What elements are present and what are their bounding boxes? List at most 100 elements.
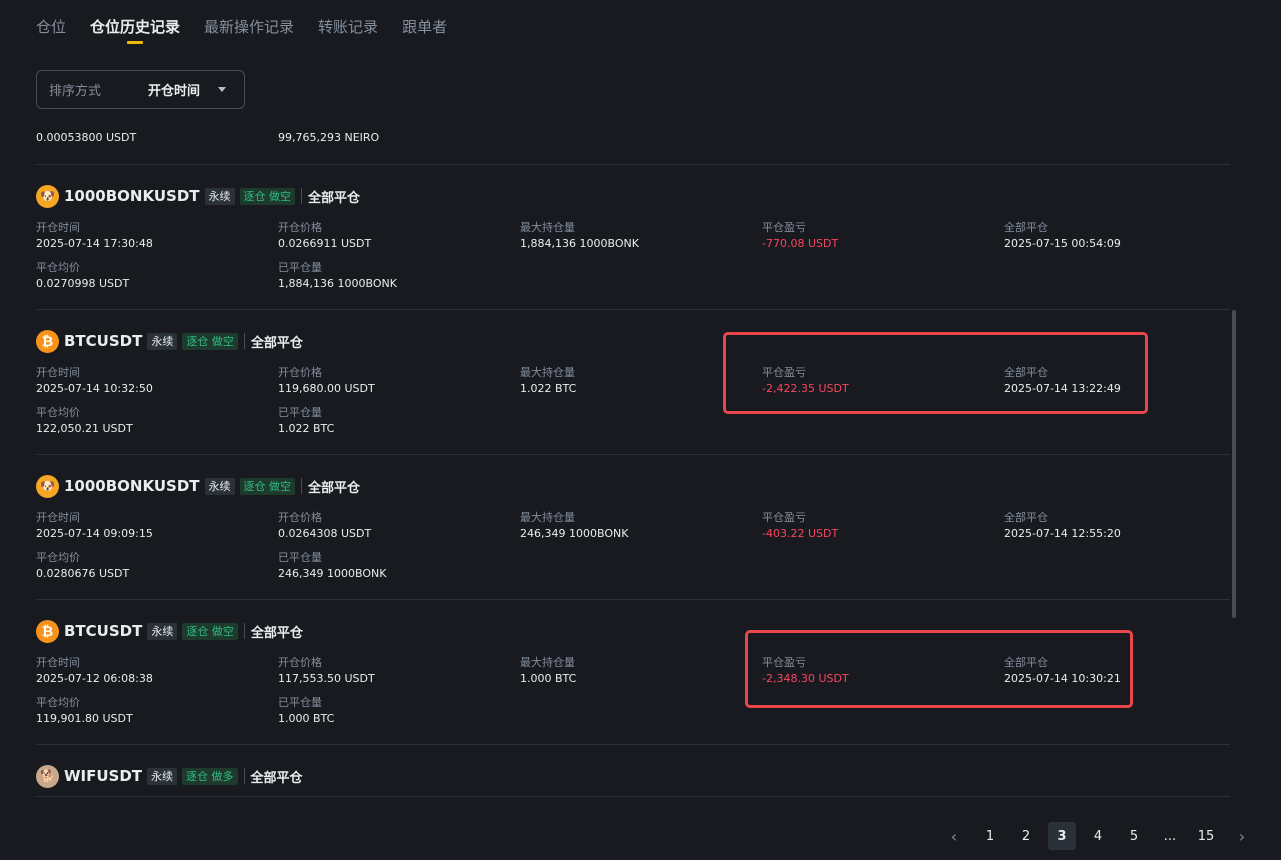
tab-position-history[interactable]: 仓位历史记录 (90, 0, 180, 50)
field-label: 已平仓量 (278, 406, 322, 419)
chevron-right-icon[interactable]: › (1228, 822, 1256, 850)
page-button[interactable]: 1 (976, 822, 1004, 850)
tab-positions[interactable]: 仓位 (36, 0, 66, 50)
symbol[interactable]: BTCUSDT (64, 332, 142, 350)
field-label: 全部平仓 (1004, 221, 1048, 234)
position-header: ₿ BTCUSDT 永续 逐仓 做空 全部平仓 (36, 619, 303, 643)
close-avg-value: 122,050.21 USDT (36, 422, 133, 435)
field-label: 开仓价格 (278, 221, 322, 234)
close-avg-value: 119,901.80 USDT (36, 712, 133, 725)
pnl-value: -403.22 USDT (762, 527, 839, 540)
max-pos-field: 最大持仓量 1.022 BTC (520, 364, 576, 395)
close-time-value: 2025-07-15 00:54:09 (1004, 237, 1121, 250)
position-card: 🐶 1000BONKUSDT 永续 逐仓 做空 全部平仓 开仓时间 2025-07… (36, 165, 1230, 310)
divider (243, 333, 245, 349)
field-label: 最大持仓量 (520, 221, 575, 234)
closed-qty-value: 99,765,293 NEIRO (278, 131, 380, 144)
field-label: 已平仓量 (278, 696, 322, 709)
symbol[interactable]: 1000BONKUSDT (64, 187, 200, 205)
field-label: 开仓时间 (36, 221, 80, 234)
symbol[interactable]: BTCUSDT (64, 622, 142, 640)
position-header: ₿ BTCUSDT 永续 逐仓 做空 全部平仓 (36, 329, 303, 353)
max-pos-value: 1,884,136 1000BONK (520, 237, 639, 250)
tab-latest-operations[interactable]: 最新操作记录 (204, 0, 294, 50)
position-header: 🐕 WIFUSDT 永续 逐仓 做多 全部平仓 (36, 764, 303, 788)
page-button[interactable]: 15 (1192, 822, 1220, 850)
highlight-box (723, 332, 1148, 414)
scrollbar[interactable] (1232, 310, 1236, 618)
open-price-value: 0.0266911 USDT (278, 237, 372, 250)
field-label: 开仓价格 (278, 366, 322, 379)
field-label: 最大持仓量 (520, 366, 575, 379)
open-time-field: 开仓时间 2025-07-14 17:30:48 (36, 219, 153, 250)
field-label: 开仓时间 (36, 656, 80, 669)
sort-dropdown[interactable]: 排序方式 开仓时间 (36, 70, 245, 109)
field-label: 最大持仓量 (520, 656, 575, 669)
position-card: 🐕 WIFUSDT 永续 逐仓 做多 全部平仓 (36, 745, 1230, 797)
field-label: 全部平仓 (1004, 511, 1048, 524)
close-avg-value: 0.00053800 USDT (36, 131, 137, 144)
open-time-field: 开仓时间 2025-07-12 06:08:38 (36, 654, 153, 685)
max-pos-field: 最大持仓量 246,349 1000BONK (520, 509, 628, 540)
max-pos-value: 1.000 BTC (520, 672, 577, 685)
position-header: 🐶 1000BONKUSDT 永续 逐仓 做空 全部平仓 (36, 474, 361, 498)
tab-followers[interactable]: 跟单者 (402, 0, 447, 50)
close-avg-field: 平仓均价 0.0280676 USDT (36, 549, 129, 580)
bonk-coin-icon: 🐶 (36, 184, 59, 208)
symbol[interactable]: WIFUSDT (64, 767, 142, 785)
max-pos-value: 246,349 1000BONK (520, 527, 629, 540)
field-label: 平仓均价 (36, 406, 80, 419)
open-price-field: 开仓价格 0.0264308 USDT (278, 509, 371, 540)
close-time-field: 全部平仓 2025-07-15 00:54:09 (1004, 219, 1121, 250)
closed-qty-value: 1,884,136 1000BONK (278, 277, 397, 290)
highlight-box (745, 630, 1133, 708)
divider (243, 623, 245, 639)
field-label: 已平仓量 (278, 261, 322, 274)
contract-type-badge: 永续 (147, 622, 178, 640)
wif-coin-icon: 🐕 (36, 764, 59, 788)
field-label: 已平仓量 (278, 551, 322, 564)
tab-transfer-records[interactable]: 转账记录 (318, 0, 378, 50)
position-header: 🐶 1000BONKUSDT 永续 逐仓 做空 全部平仓 (36, 184, 360, 208)
field-label: 平仓均价 (36, 551, 80, 564)
position-card: 🐶 1000BONKUSDT 永续 逐仓 做空 全部平仓 开仓时间 2025-07… (36, 455, 1230, 600)
close-avg-field: 平仓均价 122,050.21 USDT (36, 404, 133, 435)
close-avg-field: 平仓均价 119,901.80 USDT (36, 694, 133, 725)
close-avg-field: 平仓均价 0.0270998 USDT (36, 259, 129, 290)
field-label: 开仓时间 (36, 366, 80, 379)
chevron-down-icon (218, 87, 226, 92)
open-price-field: 开仓价格 0.0266911 USDT (278, 219, 371, 250)
open-time-field: 开仓时间 2025-07-14 10:32:50 (36, 364, 153, 395)
pnl-field: 平仓盈亏 -770.08 USDT (762, 219, 838, 250)
symbol[interactable]: 1000BONKUSDT (64, 477, 200, 495)
close-avg-value: 0.0280676 USDT (36, 567, 130, 580)
close-avg-value: 0.0270998 USDT (36, 277, 130, 290)
pnl-value: -770.08 USDT (762, 237, 839, 250)
divider (301, 478, 303, 494)
open-price-value: 119,680.00 USDT (278, 382, 375, 395)
closed-qty-field: 已平仓量 1,884,136 1000BONK (278, 259, 397, 290)
open-price-field: 开仓价格 117,553.50 USDT (278, 654, 375, 685)
closed-qty-value: 1.022 BTC (278, 422, 335, 435)
page-button[interactable]: 2 (1012, 822, 1040, 850)
status-text: 全部平仓 (308, 480, 361, 496)
status-text: 全部平仓 (250, 770, 303, 786)
contract-type-badge: 永续 (147, 767, 178, 785)
closed-qty-value: 246,349 1000BONK (278, 567, 387, 580)
field-label: 最大持仓量 (520, 511, 575, 524)
max-pos-field: 最大持仓量 1.000 BTC (520, 654, 576, 685)
divider (301, 188, 303, 204)
field-label: 平仓均价 (36, 696, 80, 709)
page-button[interactable]: 5 (1120, 822, 1148, 850)
margin-mode-badge: 逐仓 做多 (182, 767, 238, 785)
chevron-left-icon[interactable]: ‹ (940, 822, 968, 850)
field-label: 开仓价格 (278, 656, 322, 669)
field-label: 平仓盈亏 (762, 511, 806, 524)
contract-type-badge: 永续 (147, 332, 178, 350)
margin-mode-badge: 逐仓 做空 (239, 477, 296, 495)
page-button-current[interactable]: 3 (1048, 822, 1076, 850)
page-button[interactable]: 4 (1084, 822, 1112, 850)
open-time-field: 开仓时间 2025-07-14 09:09:15 (36, 509, 153, 540)
sort-label: 排序方式 (49, 84, 102, 99)
margin-mode-badge: 逐仓 做空 (182, 622, 238, 640)
